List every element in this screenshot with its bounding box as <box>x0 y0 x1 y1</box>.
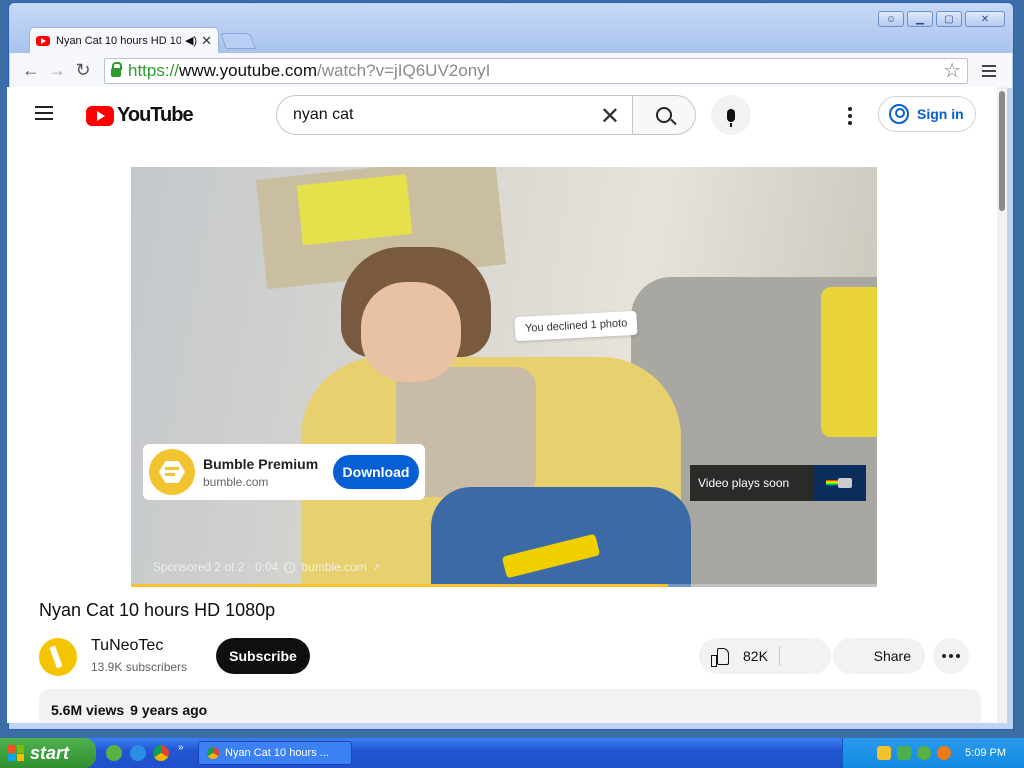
search-input[interactable]: nyan cat ✕ <box>276 95 633 135</box>
close-window-button[interactable]: ✕ <box>965 11 1005 27</box>
description-box[interactable]: 5.6M views 9 years ago <box>39 689 981 723</box>
back-button[interactable]: ← <box>18 58 44 84</box>
like-button[interactable]: 82K <box>699 638 831 674</box>
tab-title: Nyan Cat 10 hours HD 10 <box>56 34 181 47</box>
quicklaunch-expand-icon[interactable]: » <box>178 742 184 753</box>
download-button[interactable]: Download <box>333 455 419 489</box>
browser-toolbar: ← → ↻ https://www.youtube.com/watch?v=jI… <box>10 53 1012 89</box>
ad-card[interactable]: Bumble Premium bumble.com Download <box>143 444 425 500</box>
chrome-menu-icon[interactable] <box>982 64 996 77</box>
voice-search-button[interactable] <box>711 95 751 135</box>
speaker-icon[interactable]: ◀) <box>185 34 197 47</box>
thumbs-up-icon <box>711 647 729 667</box>
youtube-logo[interactable]: YouTube <box>86 104 194 127</box>
url-host: www.youtube.com <box>179 60 317 80</box>
youtube-wordmark: YouTube <box>117 104 194 126</box>
network-icon[interactable] <box>897 746 912 760</box>
windows-logo-icon <box>8 745 24 761</box>
taskbar-item-label: Nyan Cat 10 hours ... <box>225 747 329 759</box>
system-tray: 5:09 PM <box>842 738 1024 768</box>
channel-name[interactable]: TuNeoTec <box>91 637 163 655</box>
microphone-icon <box>727 108 735 127</box>
clock: 5:09 PM <box>965 747 1006 759</box>
window-controls: ☺ ▁ ▢ ✕ <box>878 11 1005 27</box>
browser-tab[interactable]: Nyan Cat 10 hours HD 10 ◀) ✕ <box>29 27 219 53</box>
ad-video-frame <box>131 167 877 587</box>
sponsored-label: Sponsored 2 of 2 · 0:04 <box>153 560 279 574</box>
search-button[interactable] <box>632 95 696 135</box>
info-icon[interactable]: i <box>284 561 296 573</box>
sign-in-button[interactable]: Sign in <box>878 96 976 132</box>
utorrent-tray-icon[interactable] <box>917 746 932 760</box>
account-icon <box>889 104 909 124</box>
video-plays-soon-badge[interactable]: Video plays soon <box>690 465 866 501</box>
forward-button[interactable]: → <box>44 58 70 84</box>
title-bar: Nyan Cat 10 hours HD 10 ◀) ✕ ☺ ▁ ▢ ✕ <box>9 3 1013 53</box>
taskbar: start » Nyan Cat 10 hours ... 5:09 PM <box>0 738 1024 768</box>
bumble-logo-icon <box>149 449 195 495</box>
more-actions-icon[interactable] <box>933 638 969 674</box>
subscribe-button[interactable]: Subscribe <box>216 638 310 674</box>
guide-menu-icon[interactable] <box>35 106 53 120</box>
ad-progress-bar <box>131 584 877 587</box>
scrollbar-thumb[interactable] <box>999 91 1005 211</box>
search-icon <box>656 107 672 123</box>
sponsored-link[interactable]: bumble.com <box>301 560 366 574</box>
tab-close-icon[interactable]: ✕ <box>201 33 212 49</box>
pillow <box>821 287 877 437</box>
sponsored-info: Sponsored 2 of 2 · 0:04 i bumble.com ↗ <box>153 560 380 574</box>
channel-avatar[interactable] <box>39 638 77 676</box>
chrome-icon <box>207 747 219 759</box>
video-player[interactable]: You declined 1 photo Bumble Premium bumb… <box>131 167 877 587</box>
youtube-header: YouTube nyan cat ✕ Sign in <box>7 87 997 143</box>
clear-search-icon[interactable]: ✕ <box>600 102 620 131</box>
share-button[interactable]: Share <box>833 638 925 674</box>
ad-domain: bumble.com <box>203 474 269 489</box>
ad-advertiser: Bumble Premium <box>203 455 319 472</box>
view-count: 5.6M views <box>51 702 125 718</box>
desktop: Nyan Cat 10 hours HD 10 ◀) ✕ ☺ ▁ ▢ ✕ ← →… <box>0 0 1024 768</box>
page-viewport: YouTube nyan cat ✕ Sign in You declined … <box>7 87 997 723</box>
person-face <box>361 282 461 382</box>
like-count: 82K <box>743 648 768 664</box>
start-label: start <box>30 742 70 763</box>
like-divider <box>779 646 780 666</box>
youtube-favicon-icon <box>36 35 50 46</box>
security-shield-icon[interactable] <box>877 746 892 760</box>
upload-age: 9 years ago <box>130 702 208 718</box>
sign-in-label: Sign in <box>917 106 964 122</box>
url-path: /watch?v=jIQ6UV2onyI <box>316 60 491 80</box>
youtube-play-icon <box>86 105 114 126</box>
search-query: nyan cat <box>293 106 354 123</box>
ad-text: Bumble Premium bumble.com <box>203 456 318 489</box>
new-tab-button[interactable] <box>220 33 256 49</box>
search-tray-icon[interactable] <box>937 746 952 760</box>
subscriber-count: 13.9K subscribers <box>91 660 188 674</box>
chrome-quicklaunch-icon[interactable] <box>153 745 169 761</box>
utorrent-quicklaunch-icon[interactable] <box>106 745 122 761</box>
user-icon[interactable]: ☺ <box>878 11 904 27</box>
video-title: Nyan Cat 10 hours HD 1080p <box>39 600 276 620</box>
ad-progress-fill <box>131 584 669 587</box>
page-scrollbar[interactable] <box>997 87 1007 723</box>
settings-menu-icon[interactable] <box>848 107 852 125</box>
share-label: Share <box>873 648 911 664</box>
person-jeans <box>431 487 691 587</box>
reload-button[interactable]: ↻ <box>70 58 96 84</box>
minimize-button[interactable]: ▁ <box>907 11 933 27</box>
plays-soon-label: Video plays soon <box>698 476 790 490</box>
start-button[interactable]: start <box>0 738 96 768</box>
address-bar[interactable]: https://www.youtube.com/watch?v=jIQ6UV2o… <box>104 57 968 84</box>
maximize-button[interactable]: ▢ <box>936 11 962 27</box>
nyan-cat-thumbnail <box>814 465 866 501</box>
bookmark-star-icon[interactable]: ☆ <box>943 58 961 83</box>
external-link-icon: ↗ <box>372 561 381 572</box>
url-scheme: https:// <box>128 60 180 80</box>
lock-icon <box>111 62 122 77</box>
internet-explorer-quicklaunch-icon[interactable] <box>130 745 146 761</box>
taskbar-item-chrome[interactable]: Nyan Cat 10 hours ... <box>198 741 352 765</box>
